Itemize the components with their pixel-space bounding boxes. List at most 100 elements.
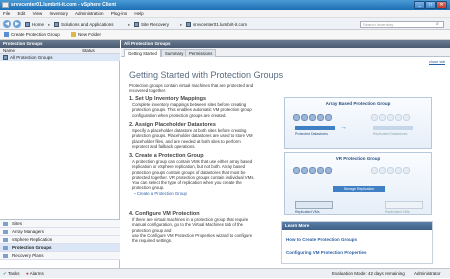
diagram-label: Replicated VMs [385,210,410,214]
menu-administration[interactable]: Administration [75,11,104,16]
datastore-bar [295,126,335,130]
array-based-diagram-title: Array Based Protection Group [325,101,391,106]
create-protection-group-button[interactable]: Create Protection Group [4,30,60,40]
breadcrumb-home[interactable]: Home [25,21,44,28]
main-pane: All Protection Groups Getting Started Su… [121,40,450,268]
tree-item-all-protection-groups[interactable]: All Protection Groups [0,54,120,61]
diagram-label: Replicated Datastores [373,132,408,136]
vm-icon [325,167,332,174]
vm-icon [293,114,300,121]
breadcrumb-separator: ▸ [180,22,183,27]
learn-more-panel: Learn More How to Create Protection Grou… [281,221,433,264]
step-1: 1. Set Up Inventory Mappings Complete in… [129,96,281,118]
maximize-button[interactable]: □ [425,1,436,9]
toolbar: Create Protection Group New Folder [0,30,450,40]
close-button[interactable]: ✕ [436,1,447,9]
storage-block [385,201,423,209]
diagram-label: Replicated VMs [295,210,320,214]
vm-icon [301,167,308,174]
replication-icon [3,238,8,242]
learn-more-link-configure[interactable]: Configuring VM Protection Properties [286,250,367,255]
left-pane-header: Protection Groups [0,40,120,48]
step-4: 4. Configure VM Protection If there are … [129,211,281,243]
nav-item-vsphere-replication[interactable]: vSphere Replication [0,236,120,244]
vr-diagram: VR Protection Group Storage Replication … [284,152,432,215]
menu-view[interactable]: View [33,11,43,16]
breadcrumb-separator: ▸ [48,22,51,27]
learn-more-header: Learn More [282,222,432,230]
tab-summary[interactable]: Summary [161,49,188,57]
arrow-icon: → [340,124,347,131]
menu-plugins[interactable]: Plug-ins [111,11,127,16]
recovery-plans-icon [3,254,8,258]
vm-icon [301,114,308,121]
storage-block [295,201,333,209]
vr-diagram-title: VR Protection Group [335,156,381,161]
vr-vm-row-right [371,167,411,175]
learn-more-link-create[interactable]: How to Create Protection Groups [286,237,357,242]
nav-item-protection-groups[interactable]: Protection Groups [0,244,120,252]
nav-item-recovery-plans[interactable]: Recovery Plans [0,252,120,260]
intro-text: Protection groups contain virtual machin… [129,83,254,94]
left-pane: Protection Groups Name Status All Protec… [0,40,120,268]
vm-icon [371,114,378,121]
search-input[interactable]: Search Inventory [360,21,444,28]
vr-vm-row-left [293,167,333,175]
protection-groups-icon [3,246,8,250]
protection-group-icon [3,55,8,61]
step-2: 2. Assign Placeholder Datastores Specify… [129,122,281,149]
menu-help[interactable]: Help [134,11,143,16]
menu-bar: File Edit View Inventory Administration … [0,10,450,18]
site-recovery-icon [134,22,139,28]
main-pane-header: All Protection Groups [121,40,450,48]
menu-edit[interactable]: Edit [18,11,26,16]
forward-arrow-icon[interactable]: ▶ [13,20,21,28]
minimize-button[interactable]: _ [414,1,425,9]
step-3: 3. Create a Protection Group A protectio… [129,153,281,197]
vm-icon [309,167,316,174]
sites-icon [3,222,8,226]
vm-icon [403,114,410,121]
protected-vm-row [293,114,333,122]
create-protection-group-link[interactable]: ▪ Create a Protection Group [129,191,281,196]
diagram-label: Protected Datastores [295,132,328,136]
nav-item-array-managers[interactable]: Array Managers [0,228,120,236]
app-icon [2,2,9,8]
replicated-vm-row [371,114,411,122]
array-based-diagram: Array Based Protection Group Protected D… [284,97,432,149]
breadcrumb-separator: ▸ [128,22,131,27]
window-title-bar: srvvcenter01.lumbrit-it.com - vSphere Cl… [0,0,450,10]
search-icon[interactable]: ⌕ [436,21,439,27]
vm-icon [387,114,394,121]
array-managers-icon [3,230,8,234]
menu-file[interactable]: File [3,11,10,16]
breadcrumb-solutions[interactable]: Solutions and Applications [54,21,114,28]
tab-bar: Getting Started Summary Permissions [121,48,450,57]
folder-icon [71,32,77,38]
add-group-icon [4,32,9,38]
tab-permissions[interactable]: Permissions [185,49,217,57]
window-title: srvvcenter01.lumbrit-it.com - vSphere Cl… [11,2,117,8]
vm-icon [379,167,386,174]
nav-item-sites[interactable]: Sites [0,220,120,228]
breadcrumb-site-recovery[interactable]: Site Recovery [134,21,169,28]
vm-icon [309,114,316,121]
vm-icon [317,114,324,121]
page-title: Getting Started with Protection Groups [129,70,284,80]
vm-icon [371,167,378,174]
back-arrow-icon[interactable]: ◀ [3,20,11,28]
breadcrumb-vcenter[interactable]: srvvcenter01.lumbrit-it.com [186,21,247,28]
vm-icon [317,167,324,174]
vm-icon [403,167,410,174]
vm-icon [293,167,300,174]
new-folder-button[interactable]: New Folder [71,30,101,40]
menu-inventory[interactable]: Inventory [50,11,69,16]
vm-icon [395,114,402,121]
close-tab-link[interactable]: close tab [429,59,445,64]
vm-icon [379,114,386,121]
vm-icon [325,114,332,121]
tab-getting-started[interactable]: Getting Started [124,49,161,57]
storage-replication-bar: Storage Replication [333,186,385,192]
home-icon [25,22,30,28]
status-bar: ✔ Tasks ● Alarms Evaluation Mode: 42 day… [0,268,450,278]
